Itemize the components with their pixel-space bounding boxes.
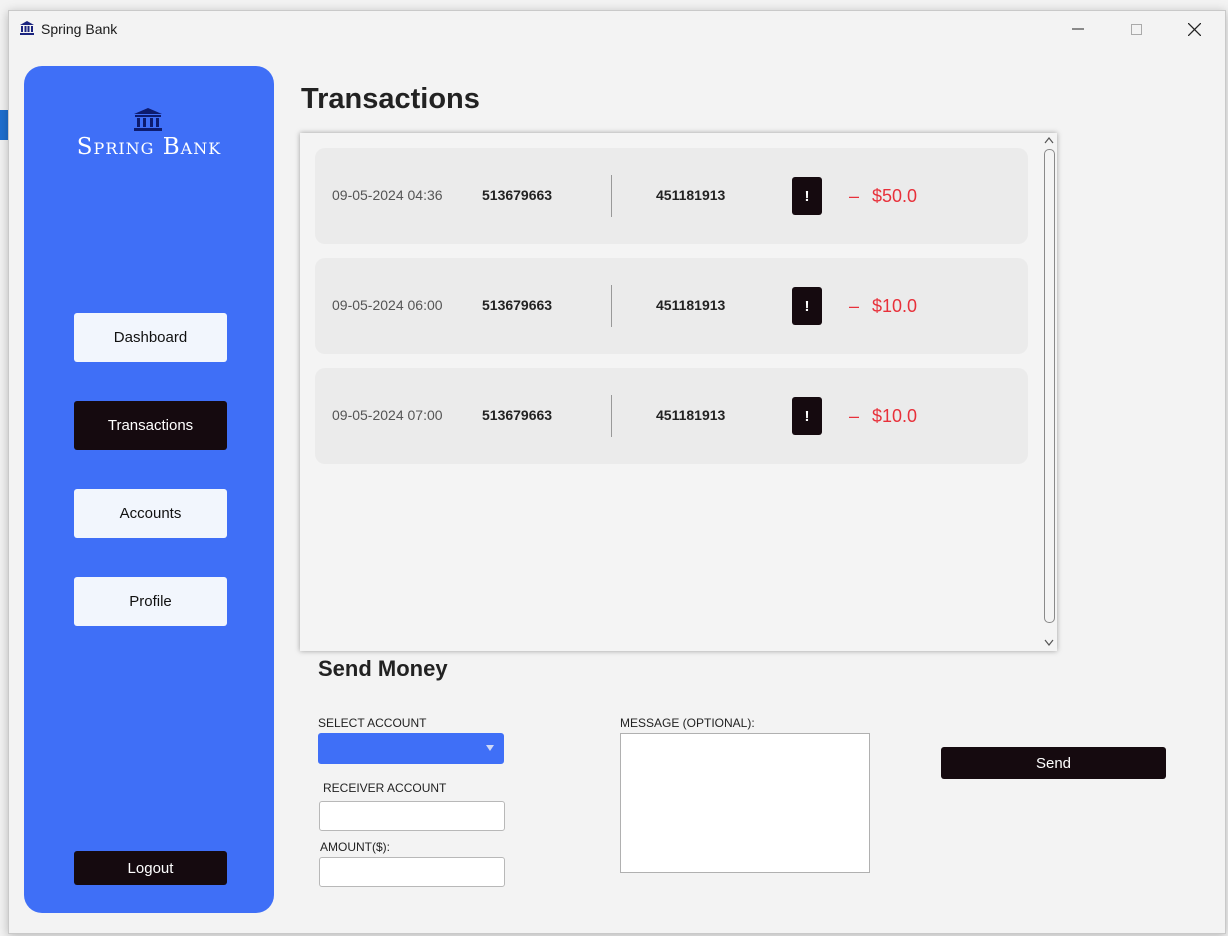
select-account-label: SELECT ACCOUNT xyxy=(318,716,427,730)
transaction-sign: – xyxy=(849,296,860,316)
transaction-divider xyxy=(611,175,612,217)
select-account-dropdown[interactable] xyxy=(318,733,504,764)
transaction-date: 09-05-2024 07:00 xyxy=(332,407,443,423)
vertical-scrollbar[interactable] xyxy=(1040,133,1057,651)
transaction-amount: $10.0 xyxy=(872,406,918,426)
nav-transactions-button[interactable]: Transactions xyxy=(74,401,227,450)
page-title: Transactions xyxy=(301,83,480,115)
transaction-row[interactable]: 09-05-2024 04:36 513679663 451181913 ! –… xyxy=(315,148,1028,244)
sidebar: Spring Bank Dashboard Transactions Accou… xyxy=(24,66,274,913)
app-window: Spring Bank Spring Bank Dashboard Transa… xyxy=(8,10,1226,934)
message-textarea[interactable] xyxy=(620,733,870,873)
scroll-thumb[interactable] xyxy=(1044,149,1055,623)
receiver-account-input[interactable] xyxy=(319,801,505,831)
minimize-icon xyxy=(1072,28,1084,30)
transaction-row[interactable]: 09-05-2024 07:00 513679663 451181913 ! –… xyxy=(315,368,1028,464)
scroll-up-icon[interactable] xyxy=(1044,136,1054,144)
amount-label: AMOUNT($): xyxy=(320,840,390,854)
bank-icon xyxy=(20,21,34,35)
transaction-to-account: 451181913 xyxy=(656,407,726,423)
title-bar: Spring Bank xyxy=(9,11,1225,47)
transaction-from-account: 513679663 xyxy=(482,297,553,313)
transaction-date: 09-05-2024 06:00 xyxy=(332,297,443,313)
transaction-to-account: 451181913 xyxy=(656,187,726,203)
nav-accounts-button[interactable]: Accounts xyxy=(74,489,227,538)
scroll-down-icon[interactable] xyxy=(1044,639,1054,647)
alert-icon[interactable]: ! xyxy=(792,177,822,215)
transaction-sign: – xyxy=(849,406,860,426)
send-button[interactable]: Send xyxy=(941,747,1166,779)
transaction-row[interactable]: 09-05-2024 06:00 513679663 451181913 ! –… xyxy=(315,258,1028,354)
transaction-amount: $50.0 xyxy=(872,186,918,206)
message-label: MESSAGE (OPTIONAL): xyxy=(620,716,755,730)
send-money-title: Send Money xyxy=(318,656,448,681)
maximize-button[interactable] xyxy=(1107,11,1165,47)
maximize-icon xyxy=(1130,23,1142,35)
transaction-divider xyxy=(611,285,612,327)
transaction-from-account: 513679663 xyxy=(482,407,553,423)
close-button[interactable] xyxy=(1165,11,1223,47)
amount-input[interactable] xyxy=(319,857,505,887)
receiver-account-label: RECEIVER ACCOUNT xyxy=(323,781,447,795)
desktop-background-accent xyxy=(0,110,8,140)
nav-dashboard-button[interactable]: Dashboard xyxy=(74,313,227,362)
window-title: Spring Bank xyxy=(41,21,118,37)
transaction-to-account: 451181913 xyxy=(656,297,726,313)
close-icon xyxy=(1187,22,1201,36)
alert-icon[interactable]: ! xyxy=(792,397,822,435)
nav-profile-button[interactable]: Profile xyxy=(74,577,227,626)
transaction-divider xyxy=(611,395,612,437)
transaction-from-account: 513679663 xyxy=(482,187,553,203)
logo-text: Spring Bank xyxy=(76,134,222,160)
chevron-down-icon xyxy=(486,745,494,751)
bank-logo-icon xyxy=(134,108,162,131)
minimize-button[interactable] xyxy=(1049,11,1107,47)
transaction-amount: $10.0 xyxy=(872,296,918,316)
alert-icon[interactable]: ! xyxy=(792,287,822,325)
logout-button[interactable]: Logout xyxy=(74,851,227,885)
transaction-sign: – xyxy=(849,186,860,206)
transaction-date: 09-05-2024 04:36 xyxy=(332,187,443,203)
transactions-list[interactable]: 09-05-2024 04:36 513679663 451181913 ! –… xyxy=(300,133,1057,651)
